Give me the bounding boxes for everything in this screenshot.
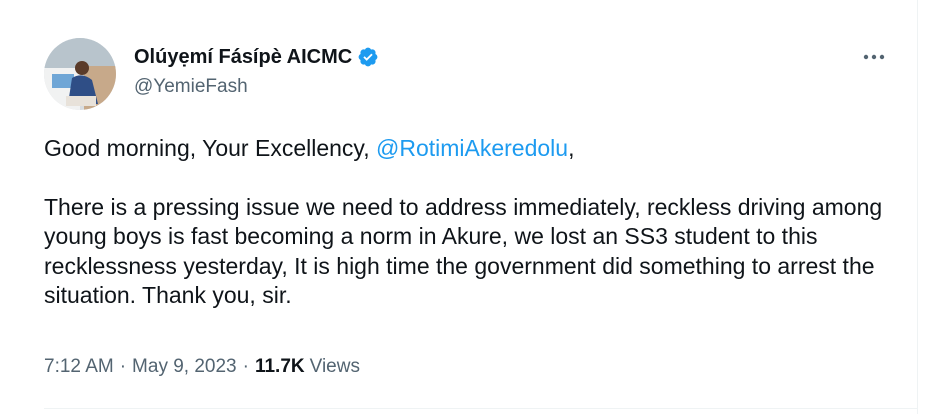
profile-photo-icon — [44, 38, 116, 110]
mention-link[interactable]: @RotimiAkeredolu — [376, 135, 568, 161]
tweet-text: Good morning, Your Excellency, @RotimiAk… — [44, 134, 884, 311]
author-block: Olúyẹmí Fásípè AICMC @YemieFash — [134, 42, 379, 98]
tweet-date[interactable]: May 9, 2023 — [132, 356, 237, 378]
greeting-suffix: , — [568, 135, 575, 161]
author-name-row: Olúyẹmí Fásípè AICMC — [134, 42, 379, 72]
tweet-greeting-line: Good morning, Your Excellency, @RotimiAk… — [44, 134, 884, 164]
tweet-card: Olúyẹmí Fásípè AICMC @YemieFash Good mor… — [0, 0, 930, 414]
author-handle[interactable]: @YemieFash — [134, 76, 379, 98]
tweet-time[interactable]: 7:12 AM — [44, 356, 114, 378]
greeting-prefix: Good morning, Your Excellency, — [44, 135, 376, 161]
more-options-button[interactable] — [858, 44, 890, 70]
views-count: 11.7K — [254, 356, 305, 377]
meta-separator-2: · — [242, 356, 249, 377]
meta-separator: · — [119, 356, 127, 377]
tweet-meta: 7:12 AM · May 9, 2023 · 11.7K Views — [44, 356, 360, 378]
views-label: Views — [309, 356, 360, 377]
more-horizontal-icon — [863, 54, 885, 60]
column-border — [917, 0, 918, 414]
verified-badge-icon — [357, 46, 379, 68]
tweet-paragraph: There is a pressing issue we need to add… — [44, 193, 883, 309]
author-display-name[interactable]: Olúyẹmí Fásípè AICMC — [134, 46, 352, 69]
divider — [44, 408, 918, 409]
avatar[interactable] — [44, 38, 116, 110]
